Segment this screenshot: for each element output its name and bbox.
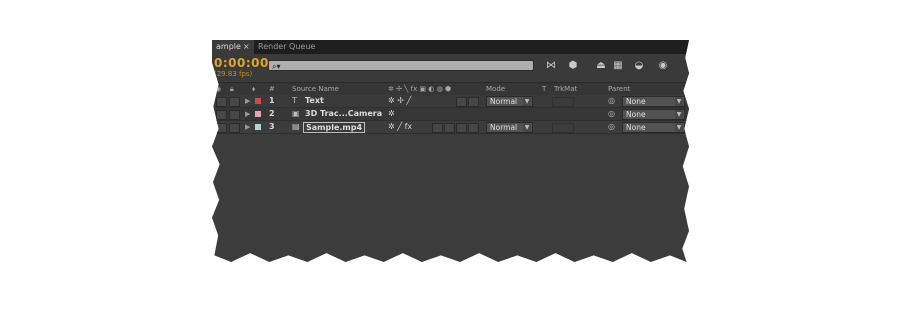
graph-editor-icon[interactable]: ◉: [656, 60, 670, 72]
pick-whip-icon[interactable]: ◎: [608, 95, 615, 107]
expand-arrow-icon[interactable]: ▶: [245, 108, 250, 120]
expand-arrow-icon[interactable]: ▶: [245, 95, 250, 107]
tab-render-queue[interactable]: Render Queue: [254, 40, 319, 54]
tab-render-queue-label: Render Queue: [258, 42, 316, 51]
parent-dropdown[interactable]: None ▼: [622, 109, 685, 120]
chevron-down-icon: ▼: [675, 110, 683, 119]
pick-whip-icon[interactable]: ◎: [608, 108, 615, 120]
chevron-down-icon: ▼: [523, 123, 531, 132]
expand-arrow-icon[interactable]: ▶: [245, 121, 250, 133]
motion-blur-icon[interactable]: ◒: [632, 60, 646, 72]
label-color-swatch[interactable]: [255, 124, 261, 130]
layer-source-name[interactable]: Text: [305, 95, 324, 107]
av-features-icon: ◉: [215, 85, 222, 93]
search-icon: ⌕▾: [272, 62, 281, 71]
frame-blend-switch[interactable]: [432, 123, 443, 133]
column-hash: #: [269, 85, 275, 93]
lock-toggle[interactable]: [229, 97, 240, 107]
column-mode: Mode: [486, 85, 506, 93]
timeline-panel: ample × Render Queue 0:00:00 (29.83 fps) …: [212, 40, 689, 262]
video-toggle[interactable]: [216, 110, 227, 120]
layer-row-text[interactable]: ▶ 1 T Text ✲ ✢ ╱ Normal ▼ ◎ None ▼: [212, 95, 689, 108]
blend-mode-dropdown[interactable]: Normal ▼: [486, 122, 533, 133]
chevron-down-icon: ▼: [523, 97, 531, 106]
parent-dropdown[interactable]: None ▼: [622, 96, 685, 107]
layer-source-name[interactable]: Sample.mp4: [303, 122, 366, 133]
layer-number: 3: [269, 122, 275, 131]
parent-value: None: [626, 123, 646, 132]
lock-toggle[interactable]: [229, 123, 240, 133]
parent-value: None: [626, 110, 646, 119]
footage-file-icon: ▤: [292, 122, 300, 131]
chevron-down-icon: ▼: [675, 97, 683, 106]
lock-toggle[interactable]: [229, 110, 240, 120]
switches-header-icons: ✲ ✢ ╲ fx ▣ ◐ ◍ ⬢: [388, 85, 452, 93]
column-parent: Parent: [608, 85, 631, 93]
column-source-name[interactable]: Source Name: [292, 83, 339, 95]
label-color-swatch[interactable]: [255, 98, 261, 104]
blend-mode-dropdown[interactable]: Normal ▼: [486, 96, 533, 107]
layer-row-sample[interactable]: ▶ 3 ▤ Sample.mp4 ✲ ╱ fx Normal ▼ ◎ None …: [212, 121, 689, 134]
layer-switches[interactable]: ✲: [388, 108, 395, 120]
shy-layers-icon[interactable]: ⏏: [594, 60, 608, 72]
pick-whip-icon[interactable]: ◎: [608, 121, 615, 133]
layer-number: 1: [269, 96, 275, 105]
composition-mini-flowchart-icon[interactable]: ⋈: [542, 60, 560, 72]
current-time-display[interactable]: 0:00:00: [214, 56, 269, 70]
tab-composition-label: ample: [216, 42, 241, 51]
frame-rate-readout: (29.83 fps): [214, 70, 253, 78]
parent-dropdown[interactable]: None ▼: [622, 122, 685, 133]
label-icon: ⬧: [252, 85, 256, 93]
layer-row-camera[interactable]: ▶ 2 ▣ 3D Trac...Camera ✲ ◎ None ▼: [212, 108, 689, 121]
3d-layer-switch[interactable]: [468, 123, 479, 133]
video-toggle[interactable]: [216, 97, 227, 107]
timeline-toolbar: 0:00:00 (29.83 fps) ⌕▾ ⋈ ⬢ ⏏ ▦ ◒ ◉: [212, 54, 689, 83]
text-layer-icon: T: [292, 96, 297, 105]
video-toggle[interactable]: [216, 123, 227, 133]
layer-search-input[interactable]: ⌕▾: [268, 60, 534, 71]
column-trkmat: TrkMat: [554, 85, 578, 93]
layer-switches[interactable]: ✲ ✢ ╱: [388, 95, 411, 107]
motion-blur-switch[interactable]: [444, 123, 455, 133]
3d-layer-switch[interactable]: [468, 97, 479, 107]
lock-icon: 🔒︎: [230, 85, 234, 93]
close-icon[interactable]: ×: [243, 42, 250, 51]
tab-bar: ample × Render Queue: [212, 40, 689, 54]
frame-blending-icon[interactable]: ▦: [610, 60, 626, 72]
trkmat-cell[interactable]: [552, 97, 574, 107]
layer-number: 2: [269, 109, 275, 118]
motion-blur-switch[interactable]: [456, 97, 467, 107]
draft-3d-icon[interactable]: ⬢: [566, 60, 580, 72]
layer-source-name[interactable]: 3D Trac...Camera: [305, 108, 382, 120]
camera-layer-icon: ▣: [292, 109, 300, 118]
trkmat-cell[interactable]: [552, 123, 574, 133]
tab-composition[interactable]: ample ×: [212, 40, 254, 54]
blend-mode-value: Normal: [490, 97, 518, 106]
blend-mode-value: Normal: [490, 123, 518, 132]
adjustment-layer-switch[interactable]: [456, 123, 467, 133]
label-color-swatch[interactable]: [255, 111, 261, 117]
parent-value: None: [626, 97, 646, 106]
column-t: T: [542, 85, 547, 93]
layer-switches[interactable]: ✲ ╱ fx: [388, 121, 412, 133]
chevron-down-icon: ▼: [675, 123, 683, 132]
